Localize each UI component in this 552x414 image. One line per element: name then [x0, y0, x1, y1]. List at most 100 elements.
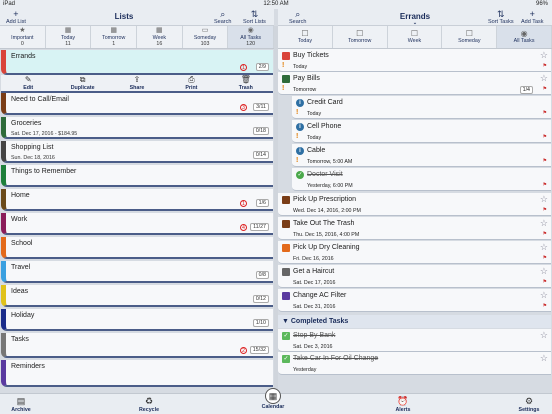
list-item[interactable]: Reminders — [1, 360, 273, 387]
sort-lists-button[interactable]: ⇅ Sort Lists — [243, 9, 266, 25]
list-item[interactable]: Ideas 0/12 — [1, 285, 273, 307]
list-item[interactable]: Things to Remember — [1, 165, 273, 187]
share-button[interactable]: ⇪ Share — [110, 75, 164, 91]
star-icon[interactable]: ☆ — [540, 73, 548, 84]
flag-icon: ⚑ — [542, 207, 547, 213]
action-label: Edit — [23, 85, 34, 91]
add-task-button[interactable]: + Add Task — [521, 9, 544, 25]
list-item[interactable]: Groceries Sat. Dec 17, 2016 - $184.95 0/18 — [1, 117, 273, 139]
task-name: Doctor Visit — [307, 171, 343, 178]
star-icon[interactable]: ☆ — [540, 50, 548, 61]
task-row[interactable]: Get a Haircut Sat. Dec 17, 2016 ☆ ⚑ — [278, 265, 551, 288]
info-icon[interactable]: i — [296, 99, 304, 107]
tab-tomorrow[interactable]: ▦ Tomorrow 1 — [91, 26, 138, 48]
list-item[interactable]: Need to Call/Email 3 3/11 — [1, 93, 273, 115]
task-row[interactable]: Buy Tickets Today! ☆ ⚑ — [278, 49, 551, 72]
list-name: Work — [11, 216, 28, 223]
task-due: Yesterday — [293, 367, 317, 373]
tab-icon: ▦ — [110, 27, 117, 34]
tab-icon: ☐ — [465, 29, 473, 38]
tab-important[interactable]: ★ Important 0 — [0, 26, 46, 48]
sort-icon: ⇅ — [250, 9, 259, 19]
star-icon[interactable]: ☆ — [540, 290, 548, 301]
alerts-button[interactable]: ⏰ Alerts — [388, 396, 418, 413]
check-icon[interactable]: ✓ — [296, 171, 304, 179]
list-name: Reminders — [11, 363, 45, 370]
recycle-icon: ♻ — [144, 396, 154, 406]
tab-all-tasks[interactable]: ◉ All Tasks 120 — [228, 26, 275, 48]
task-row[interactable]: Pay Bills Tomorrow! ☆ 1/4 ⚑ — [278, 72, 551, 95]
task-row[interactable]: Pick Up Prescription Wed. Dec 14, 2016, 2… — [278, 193, 551, 216]
flag-icon: ⚑ — [542, 86, 547, 92]
star-icon[interactable]: ☆ — [540, 266, 548, 277]
tab-someday[interactable]: ▭ Someday 103 — [183, 26, 229, 48]
list-name: Errands — [11, 53, 36, 60]
settings-button[interactable]: ⚙ Settings — [514, 396, 544, 413]
star-icon[interactable]: ☆ — [540, 353, 548, 364]
task-row[interactable]: Pick Up Dry Cleaning Fri. Dec 16, 2016 ☆ ⚑ — [278, 241, 551, 264]
list-item[interactable]: Holiday 1/10 — [1, 309, 273, 331]
task-tab-week[interactable]: ☐ Week — [388, 26, 443, 48]
subtask-row[interactable]: i Cable Tomorrow, 5:00 AM! ⚑ — [292, 144, 551, 167]
edit-button[interactable]: ✎ Edit — [1, 75, 55, 91]
list-item[interactable]: Shopping List Sun. Dec 18, 2016 0/14 — [1, 141, 273, 163]
sort-tasks-button[interactable]: ⇅ Sort Tasks — [488, 9, 514, 25]
trash-button[interactable]: 🗑 Trash — [219, 75, 273, 91]
tab-label: Today — [297, 38, 312, 44]
star-icon[interactable]: ☆ — [540, 194, 548, 205]
calendar-button[interactable]: ▦ Calendar — [258, 388, 288, 410]
tab-week[interactable]: ▦ Week 16 — [137, 26, 183, 48]
task-name: Get a Haircut — [293, 268, 335, 275]
subtask-row[interactable]: i Cell Phone Today! ⚑ — [292, 120, 551, 143]
completed-task-row[interactable]: ✓ Take Car In For Oil Change Yesterday ☆ — [278, 352, 551, 375]
task-count: 3/11 — [253, 103, 269, 111]
tab-label: Someday — [458, 38, 481, 44]
search-lists-button[interactable]: ⌕ Search — [214, 9, 231, 25]
list-item[interactable]: Errands 1 2/9 — [1, 50, 273, 75]
recycle-button[interactable]: ♻ Recycle — [134, 396, 164, 413]
list-item[interactable]: Tasks 2 15/32 — [1, 333, 273, 358]
tab-icon: ◉ — [247, 27, 254, 34]
task-count: 2/9 — [255, 63, 269, 71]
checkbox-checked-icon[interactable]: ✓ — [282, 332, 290, 340]
task-tab-all-tasks[interactable]: ◉ All Tasks — [497, 26, 552, 48]
calendar-label: Calendar — [261, 404, 285, 410]
priority-icon: ! — [296, 133, 299, 140]
task-due: Sat. Dec 3, 2016 — [293, 344, 333, 350]
tab-icon: ☐ — [301, 29, 309, 38]
archive-label: Archive — [11, 407, 31, 413]
completed-tasks-header[interactable]: ▼ Completed Tasks — [278, 315, 551, 328]
subtask-row[interactable]: i Credit Card Today! ⚑ — [292, 96, 551, 119]
info-icon[interactable]: i — [296, 123, 304, 131]
search-tasks-button[interactable]: ⌕ Search — [289, 9, 306, 25]
list-item[interactable]: Home 1 1/6 — [1, 189, 273, 211]
flag-icon: ⚑ — [542, 134, 547, 140]
subtask-row[interactable]: ✓ Doctor Visit Yesterday, 6:00 PM ⚑ — [292, 168, 551, 191]
task-row[interactable]: Take Out The Trash Thu. Dec 15, 2016, 4:0… — [278, 217, 551, 240]
star-icon[interactable]: ☆ — [540, 242, 548, 253]
archive-button[interactable]: ▤ Archive — [6, 396, 36, 413]
flag-icon: ⚑ — [542, 303, 547, 309]
tab-today[interactable]: ▦ Today 11 — [46, 26, 92, 48]
task-tab-today[interactable]: ☐ Today — [278, 26, 333, 48]
task-tab-tomorrow[interactable]: ☐ Tomorrow — [333, 26, 388, 48]
priority-icon: ! — [282, 85, 285, 92]
star-icon[interactable]: ☆ — [540, 218, 548, 229]
tab-icon: ☐ — [410, 29, 419, 38]
duplicate-button[interactable]: ⧉ Duplicate — [55, 75, 109, 91]
task-tab-someday[interactable]: ☐ Someday — [442, 26, 498, 48]
list-item[interactable]: Travel 0/8 — [1, 261, 273, 283]
tab-icon: ◉ — [520, 29, 528, 38]
flag-icon: ⚑ — [542, 231, 547, 237]
trash-icon: 🗑 — [240, 75, 251, 84]
list-item[interactable]: Work 4 11/27 — [1, 213, 273, 235]
print-button[interactable]: ⎙ Print — [164, 75, 218, 91]
completed-task-row[interactable]: ✓ Stop By Bank Sat. Dec 3, 2016 ☆ — [278, 329, 551, 352]
star-icon[interactable]: ☆ — [540, 330, 548, 341]
tab-icon: ☐ — [356, 29, 364, 38]
checkbox-checked-icon[interactable]: ✓ — [282, 355, 290, 363]
list-item[interactable]: School — [1, 237, 273, 259]
task-row[interactable]: Change AC Filter Sat. Dec 31, 2016 ☆ ⚑ — [278, 289, 551, 312]
info-icon[interactable]: i — [296, 147, 304, 155]
calendar-icon: ▦ — [265, 388, 281, 404]
